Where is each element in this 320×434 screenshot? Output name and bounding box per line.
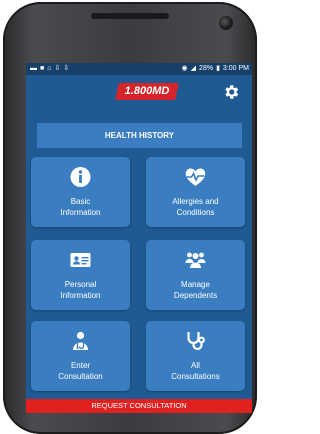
tile-label: Enter Consultation xyxy=(58,361,103,381)
download-icon: ⇩ xyxy=(54,65,61,72)
id-card-icon xyxy=(70,253,91,267)
all-consultations-tile[interactable]: All Consultations xyxy=(146,321,245,391)
app-screen: ▬ ■ ⌂ ⇩ ⇩ ◉ ◢ 28% ▮ 3:00 PM 1.800MD HEAL… xyxy=(26,63,252,413)
manage-dependents-tile[interactable]: Manage Dependents xyxy=(146,240,245,310)
download-icon: ⇩ xyxy=(63,65,70,72)
app-header: 1.800MD xyxy=(26,75,252,108)
speaker-grille xyxy=(91,13,169,19)
doctor-icon xyxy=(73,331,88,350)
logo-text: 1.800MD xyxy=(124,85,170,97)
gear-icon[interactable] xyxy=(222,83,240,101)
health-history-button[interactable]: HEALTH HISTORY xyxy=(37,123,242,148)
phone-frame: ▬ ■ ⌂ ⇩ ⇩ ◉ ◢ 28% ▮ 3:00 PM 1.800MD HEAL… xyxy=(3,2,257,434)
wifi-icon: ⌂ xyxy=(47,65,52,72)
heart-pulse-icon xyxy=(185,168,206,186)
stethoscope-icon xyxy=(187,332,205,351)
request-consultation-button[interactable]: REQUEST CONSULTATION xyxy=(26,399,252,413)
message-icon: ▬ xyxy=(30,65,37,72)
front-camera xyxy=(219,16,233,30)
people-icon xyxy=(185,252,206,268)
alarm-icon: ◉ xyxy=(181,65,188,72)
tile-label: Personal Information xyxy=(60,280,101,300)
info-icon xyxy=(70,167,91,187)
tile-label: All Consultations xyxy=(171,361,220,381)
status-system-icons: ◉ ◢ 28% ▮ 3:00 PM xyxy=(182,63,249,75)
status-bar: ▬ ■ ⌂ ⇩ ⇩ ◉ ◢ 28% ▮ 3:00 PM xyxy=(26,63,252,75)
status-time: 3:00 PM xyxy=(222,65,249,72)
battery-percent: 28% xyxy=(199,65,214,72)
battery-icon: ▮ xyxy=(216,65,220,72)
allergies-conditions-tile[interactable]: Allergies and Conditions xyxy=(146,157,245,227)
status-notification-icons: ▬ ■ ⌂ ⇩ ⇩ xyxy=(30,63,69,75)
tile-label: Manage Dependents xyxy=(173,280,218,300)
tile-label: Basic Information xyxy=(60,197,101,217)
signal-icon: ◢ xyxy=(190,65,197,72)
personal-information-tile[interactable]: Personal Information xyxy=(31,240,130,310)
video-icon: ■ xyxy=(40,65,45,72)
brand-logo: 1.800MD xyxy=(115,83,179,100)
basic-information-tile[interactable]: Basic Information xyxy=(31,157,130,227)
tile-label: Allergies and Conditions xyxy=(172,197,219,217)
enter-consultation-tile[interactable]: Enter Consultation xyxy=(31,321,130,391)
